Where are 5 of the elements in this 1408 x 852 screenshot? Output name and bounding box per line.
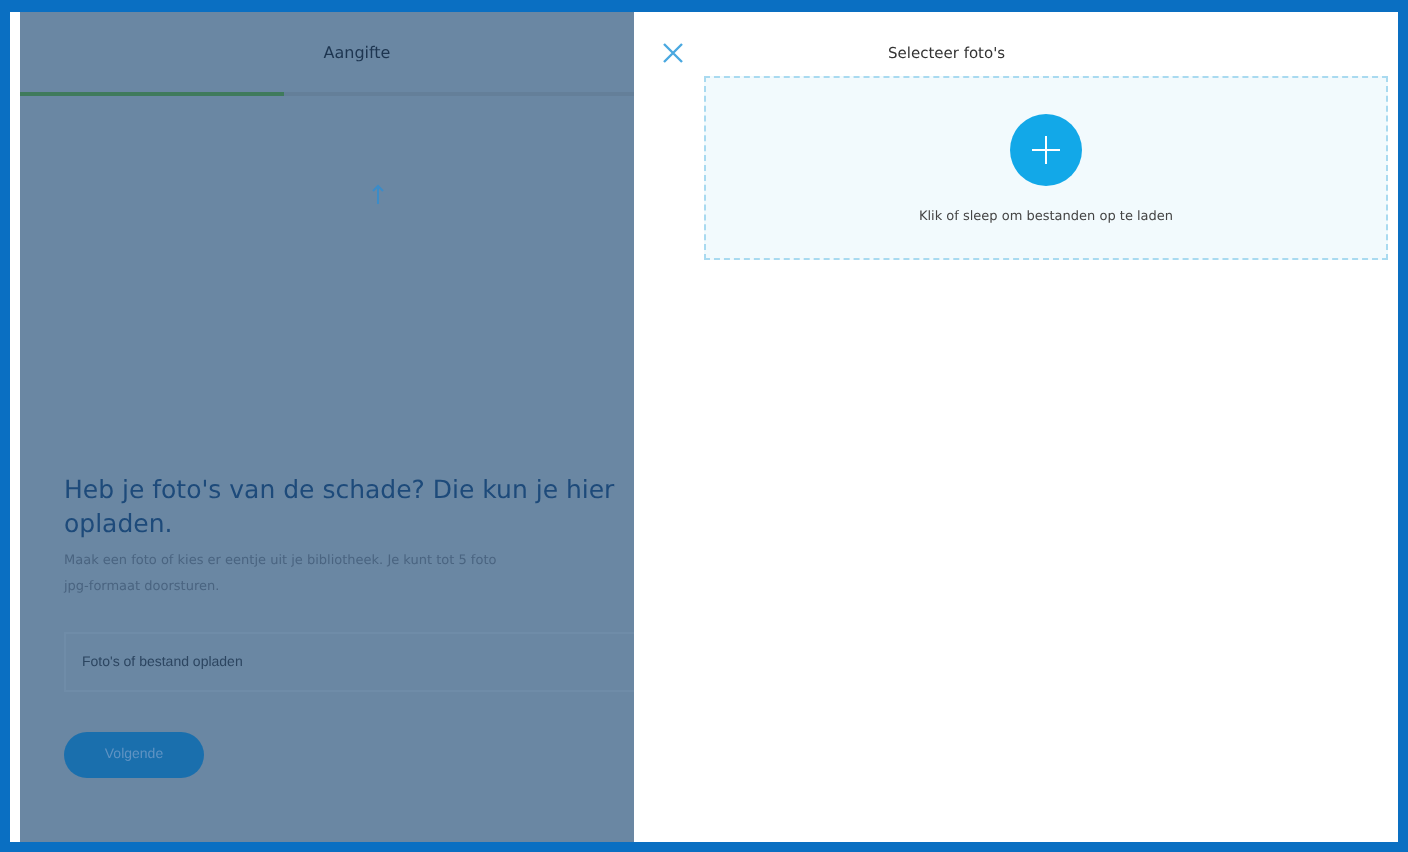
arrow-up-icon: [371, 184, 383, 204]
heading: Heb je foto's van de schade? Die kun je hier opladen.: [64, 472, 617, 540]
plus-icon: [1010, 113, 1082, 185]
tab-label[interactable]: Aangifte: [263, 43, 391, 61]
close-icon[interactable]: [662, 41, 684, 63]
